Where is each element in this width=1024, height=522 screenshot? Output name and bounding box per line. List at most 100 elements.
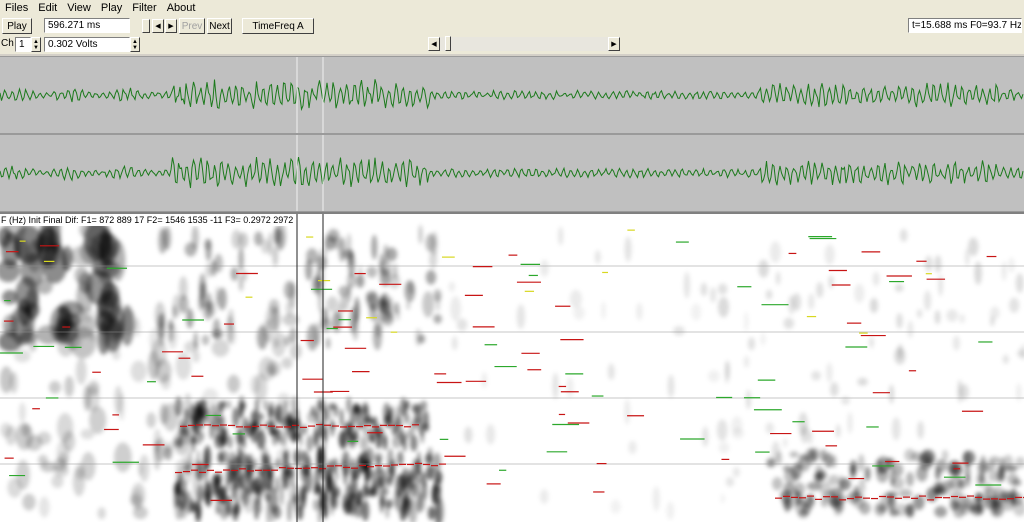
spectral-energy — [39, 497, 50, 518]
spectral-energy — [426, 234, 436, 252]
spectral-energy — [254, 232, 263, 246]
scrollbar-thumb[interactable] — [445, 36, 451, 51]
channel-spinner[interactable]: ▲▼ — [31, 37, 41, 52]
prev-button[interactable]: Prev — [179, 18, 205, 34]
spectral-energy — [29, 338, 37, 351]
spectral-energy — [423, 423, 429, 432]
spectral-energy — [112, 349, 120, 360]
spectral-energy — [287, 468, 293, 479]
spectral-energy — [684, 272, 690, 299]
spectral-energy — [344, 422, 352, 435]
spectral-energy — [962, 496, 971, 509]
spectral-energy — [391, 459, 396, 478]
spectral-energy — [457, 319, 468, 331]
spectral-energy — [19, 403, 26, 423]
next-button[interactable]: Next — [207, 18, 232, 34]
spectral-energy — [287, 500, 292, 522]
spectral-energy — [974, 261, 982, 284]
hscroll-left-button[interactable]: ◀ — [428, 37, 440, 51]
spectral-energy — [486, 424, 495, 444]
spectral-energy — [999, 464, 1005, 482]
spectral-energy — [212, 339, 230, 357]
spectral-energy — [766, 290, 773, 300]
spectral-energy — [93, 260, 120, 278]
spectral-energy — [176, 352, 192, 380]
spectral-energy — [611, 500, 621, 514]
voltage-spinner[interactable]: ▲▼ — [130, 37, 140, 52]
spectral-energy — [934, 506, 947, 517]
menu-edit[interactable]: Edit — [33, 0, 62, 16]
spectral-energy — [959, 314, 965, 323]
spectral-energy — [708, 370, 720, 382]
spectral-energy — [305, 259, 312, 280]
scroll-right-button[interactable]: ▶ — [165, 19, 177, 33]
spectral-energy — [342, 494, 346, 510]
hscroll-right-button[interactable]: ▶ — [608, 37, 620, 51]
spectral-energy — [784, 468, 798, 483]
spectral-energy — [418, 334, 426, 343]
checkbox-toggle[interactable] — [142, 19, 150, 33]
spectral-energy — [540, 260, 549, 277]
spectral-energy — [371, 435, 374, 443]
spectral-energy — [204, 449, 207, 474]
spectral-energy — [942, 450, 948, 461]
spectral-energy — [726, 361, 730, 380]
spectral-energy — [325, 475, 334, 493]
spectral-energy — [865, 467, 871, 481]
spectral-energy — [192, 226, 199, 250]
spectral-energy — [14, 349, 31, 362]
menu-filter[interactable]: Filter — [127, 0, 161, 16]
menu-view[interactable]: View — [62, 0, 96, 16]
spectral-energy — [57, 335, 73, 357]
spectral-energy — [776, 272, 781, 285]
menu-files[interactable]: Files — [0, 0, 33, 16]
horizontal-scrollbar[interactable] — [440, 37, 608, 51]
spectral-energy — [383, 403, 391, 423]
arrow-left-icon: ◀ — [155, 22, 160, 30]
spectral-energy — [1017, 349, 1024, 357]
arrow-left-icon: ◀ — [431, 40, 436, 48]
spectral-energy — [215, 287, 219, 306]
spectral-energy — [811, 371, 821, 381]
menu-bar: Files Edit View Play Filter About — [0, 0, 1024, 17]
spectral-energy — [276, 429, 281, 441]
channel-field[interactable]: 1 — [15, 37, 31, 52]
spectral-energy — [426, 465, 435, 480]
spectral-energy — [850, 460, 857, 474]
spectral-energy — [1016, 273, 1024, 293]
spectral-energy — [286, 412, 293, 427]
spectral-energy — [306, 435, 312, 452]
waveform-panel-bottom[interactable] — [0, 134, 1024, 212]
spectral-energy — [808, 430, 812, 445]
duration-field[interactable]: 596.271 ms — [44, 18, 130, 33]
spectral-energy — [318, 288, 323, 313]
spectral-energy — [794, 492, 802, 506]
spectral-energy — [0, 423, 12, 438]
spectral-energy — [748, 337, 755, 350]
spectral-energy — [257, 326, 268, 350]
play-button[interactable]: Play — [2, 18, 32, 34]
spectrogram-panel[interactable]: F (Hz) Init Final Dif: F1= 872 889 17 F2… — [0, 212, 1024, 522]
scroll-left-button[interactable]: ◀ — [152, 19, 164, 33]
spectral-energy — [218, 401, 224, 413]
spectral-energy — [421, 432, 424, 444]
spectral-energy — [272, 246, 278, 266]
spectral-energy — [194, 332, 198, 349]
menu-about[interactable]: About — [162, 0, 201, 16]
spectral-energy — [904, 449, 915, 462]
spectral-energy — [139, 454, 149, 482]
waveform-panel-top[interactable] — [0, 56, 1024, 134]
spectral-energy — [908, 321, 914, 338]
menu-play[interactable]: Play — [96, 0, 127, 16]
spectral-energy — [744, 356, 750, 368]
voltage-field[interactable]: 0.302 Volts — [44, 37, 130, 52]
spectral-energy — [894, 348, 905, 365]
spectral-energy — [710, 287, 716, 303]
spectral-energy — [166, 441, 174, 452]
spectral-energy — [937, 482, 952, 496]
spectral-energy — [452, 336, 458, 350]
spectral-energy — [177, 437, 183, 448]
spectral-energy — [449, 282, 455, 292]
spectral-energy — [216, 503, 220, 515]
timefreq-button[interactable]: TimeFreq A — [242, 18, 314, 34]
